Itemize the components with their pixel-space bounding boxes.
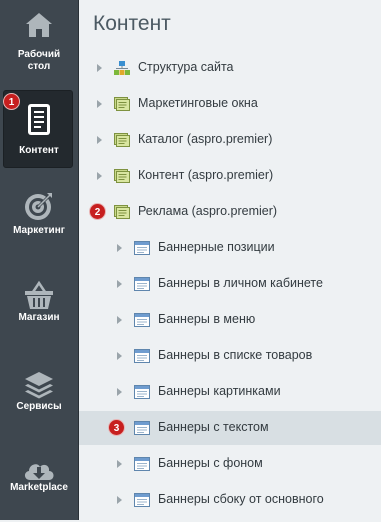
tree-row[interactable]: Баннеры в личном кабинете bbox=[79, 267, 381, 301]
sidebar-item-marketplace[interactable]: Marketplace bbox=[0, 446, 78, 522]
sidebar-item-label: Контент bbox=[19, 145, 59, 156]
tree-row[interactable]: Баннеры в меню bbox=[79, 303, 381, 337]
tree-row-label[interactable]: Структура сайта bbox=[138, 60, 234, 74]
iblock-icon bbox=[134, 457, 150, 471]
layers-icon bbox=[0, 370, 78, 404]
step-badge: 1 bbox=[3, 93, 20, 110]
tree-row[interactable]: Контент (aspro.premier) bbox=[79, 159, 381, 193]
tree-row-label[interactable]: Баннеры с фоном bbox=[158, 456, 263, 470]
sidebar-item-desktop[interactable]: Рабочий стол bbox=[0, 0, 78, 76]
tree-row[interactable]: Каталог (aspro.premier) bbox=[79, 123, 381, 157]
expand-arrow-icon[interactable] bbox=[97, 172, 102, 180]
tree-row[interactable]: Баннеры картинками bbox=[79, 375, 381, 409]
tree-row-label[interactable]: Баннеры в списке товаров bbox=[158, 348, 312, 362]
tree-row[interactable]: Баннеры с фоном bbox=[79, 447, 381, 481]
content-panel: Контент Структура сайта Маркетинговые окн… bbox=[79, 0, 381, 520]
tree-row-label[interactable]: Каталог (aspro.premier) bbox=[138, 132, 272, 146]
iblock-type-icon bbox=[114, 133, 130, 147]
tree-row[interactable]: Реклама (aspro.premier) 2 bbox=[79, 195, 381, 229]
expand-arrow-icon[interactable] bbox=[117, 388, 122, 396]
tree-row-label[interactable]: Баннеры в меню bbox=[158, 312, 255, 326]
sidebar-item-label: Рабочий bbox=[17, 49, 61, 60]
expand-arrow-icon[interactable] bbox=[117, 460, 122, 468]
expand-arrow-icon[interactable] bbox=[117, 352, 122, 360]
expand-arrow-icon[interactable] bbox=[117, 280, 122, 288]
home-icon bbox=[0, 10, 78, 44]
sidebar-item-label: Сервисы bbox=[16, 401, 62, 412]
expand-arrow-icon[interactable] bbox=[117, 496, 122, 504]
step-badge: 3 bbox=[108, 419, 125, 436]
tree-row-label[interactable]: Баннеры в личном кабинете bbox=[158, 276, 323, 290]
iblock-type-icon bbox=[114, 169, 130, 183]
target-icon bbox=[0, 190, 78, 224]
sidebar-item-services[interactable]: Сервисы bbox=[0, 360, 78, 436]
tree-row-label[interactable]: Баннеры с текстом bbox=[158, 420, 269, 434]
sidebar-item-label: Marketplace bbox=[10, 482, 68, 493]
tree-row-label[interactable]: Маркетинговые окна bbox=[138, 96, 258, 110]
sitemap-icon bbox=[114, 61, 130, 75]
sidebar-item-marketing[interactable]: Маркетинг bbox=[0, 180, 78, 256]
tree-row-label[interactable]: Баннеры картинками bbox=[158, 384, 281, 398]
sidebar-item-label: стол bbox=[27, 61, 51, 72]
sidebar-item-shop[interactable]: Магазин bbox=[0, 270, 78, 346]
tree-row[interactable]: Структура сайта bbox=[79, 51, 381, 85]
iblock-type-icon bbox=[114, 205, 130, 219]
expand-arrow-icon[interactable] bbox=[97, 100, 102, 108]
tree-row-label[interactable]: Баннеры сбоку от основного bbox=[158, 492, 324, 506]
iblock-icon bbox=[134, 385, 150, 399]
iblock-type-icon bbox=[114, 97, 130, 111]
iblock-icon bbox=[134, 493, 150, 507]
tree-row[interactable]: Баннеры с текстом 3 bbox=[79, 411, 381, 445]
iblock-icon bbox=[134, 241, 150, 255]
iblock-icon bbox=[134, 277, 150, 291]
tree-row-label[interactable]: Контент (aspro.premier) bbox=[138, 168, 273, 182]
expand-arrow-icon[interactable] bbox=[97, 64, 102, 72]
basket-icon bbox=[0, 280, 78, 314]
tree-row[interactable]: Баннеры в списке товаров bbox=[79, 339, 381, 373]
iblock-icon bbox=[134, 421, 150, 435]
expand-arrow-icon[interactable] bbox=[117, 244, 122, 252]
tree-row[interactable]: Маркетинговые окна bbox=[79, 87, 381, 121]
tree-row[interactable]: Баннерные позиции bbox=[79, 231, 381, 265]
expand-arrow-icon[interactable] bbox=[97, 136, 102, 144]
iblock-icon bbox=[134, 349, 150, 363]
tree-row-label[interactable]: Реклама (aspro.premier) bbox=[138, 204, 277, 218]
tree-row[interactable]: Баннеры сбоку от основного bbox=[79, 483, 381, 517]
sidebar-item-label: Маркетинг bbox=[13, 225, 65, 236]
admin-sidebar: Рабочий стол Контент 1 Маркетинг Магазин… bbox=[0, 0, 79, 520]
panel-title: Контент bbox=[93, 12, 171, 35]
tree-row-label[interactable]: Баннерные позиции bbox=[158, 240, 275, 254]
sidebar-item-content[interactable]: Контент 1 bbox=[0, 90, 78, 168]
step-badge: 2 bbox=[89, 203, 106, 220]
expand-arrow-icon[interactable] bbox=[117, 316, 122, 324]
sidebar-item-label: Магазин bbox=[18, 312, 60, 323]
iblock-icon bbox=[134, 313, 150, 327]
